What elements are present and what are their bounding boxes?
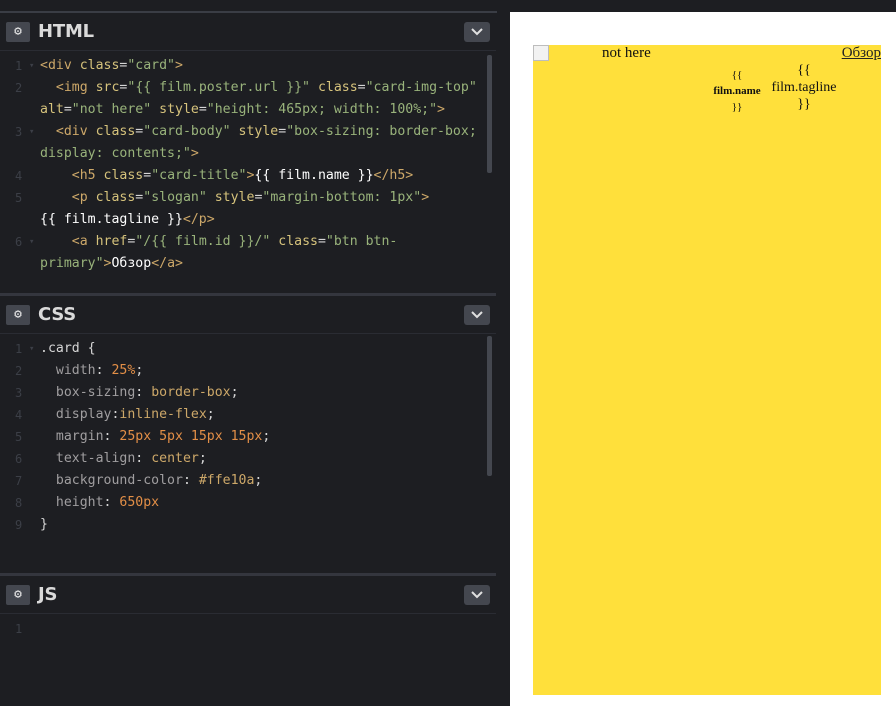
code-line: 1: [0, 618, 496, 640]
line-number: 3: [15, 386, 23, 400]
gear-icon[interactable]: ⚙: [6, 584, 30, 605]
code-line: 6 ▾ <a href="/{{ film.id }}/" class="btn …: [0, 231, 496, 275]
slogan-close: }}: [797, 97, 811, 112]
html-scrollbar[interactable]: [487, 55, 492, 173]
image-alt-text: not here: [602, 45, 651, 61]
line-number: 2: [15, 81, 23, 95]
code-line: 2 <img src="{{ film.poster.url }}" class…: [0, 77, 496, 121]
html-code-area[interactable]: 1 ▾ <div class="card"> 2 <img src="{{ fil…: [0, 51, 496, 275]
fold-arrow-icon[interactable]: ▾: [29, 55, 34, 77]
line-number: 1 ▾: [0, 338, 40, 360]
code-line: 8 height: 650px: [0, 492, 496, 514]
html-editor-panel: ⚙ HTML 1 ▾ <div class="card"> 2 <img src=…: [0, 13, 496, 293]
line-number: 1: [15, 622, 23, 636]
line-number: 7: [15, 474, 23, 488]
slogan-text: film.tagline: [771, 80, 837, 95]
card-title-open: {{: [731, 69, 743, 81]
card-title-text: film.name: [713, 85, 761, 97]
review-link[interactable]: Обзор: [842, 45, 881, 62]
js-code-area[interactable]: 1: [0, 614, 496, 640]
line-number: 5: [15, 430, 23, 444]
css-panel-title: CSS: [38, 304, 77, 325]
code-line: 4 <h5 class="card-title">{{ film.name }}…: [0, 165, 496, 187]
line-number: 8: [15, 496, 23, 510]
slogan-open: {{: [797, 63, 811, 78]
line-number: 4: [15, 408, 23, 422]
code-line: 9 }: [0, 514, 496, 536]
code-line: 3 box-sizing: border-box;: [0, 382, 496, 404]
code-line: 3 ▾ <div class="card-body" style="box-siz…: [0, 121, 496, 165]
card-slogan: {{ film.tagline }}: [766, 62, 842, 113]
html-collapse-button[interactable]: [464, 22, 490, 42]
fold-arrow-icon[interactable]: ▾: [29, 338, 34, 360]
js-panel-title: JS: [38, 584, 58, 605]
card-title-close: }}: [731, 101, 743, 113]
code-line: 7 background-color: #ffe10a;: [0, 470, 496, 492]
result-preview-pane: not here {{ film.name }} {{ film.tagline…: [510, 12, 896, 706]
line-number: 1 ▾: [0, 55, 40, 77]
line-number: 6 ▾: [0, 231, 40, 275]
gear-icon[interactable]: ⚙: [6, 21, 30, 42]
card-title: {{ film.name }}: [708, 67, 766, 115]
film-card: not here {{ film.name }} {{ film.tagline…: [533, 45, 881, 695]
html-panel-header: ⚙ HTML: [0, 13, 496, 51]
code-line: 1 ▾ <div class="card">: [0, 55, 496, 77]
js-editor-panel: ⚙ JS 1: [0, 576, 496, 706]
broken-image-icon: [533, 45, 549, 61]
code-line: 4 display:inline-flex;: [0, 404, 496, 426]
line-number: 9: [15, 518, 23, 532]
code-line: 1 ▾ .card {: [0, 338, 496, 360]
js-collapse-button[interactable]: [464, 585, 490, 605]
chevron-down-icon: [471, 28, 483, 36]
line-number: 6: [15, 452, 23, 466]
gear-icon[interactable]: ⚙: [6, 304, 30, 325]
line-number: 5: [15, 191, 23, 205]
css-panel-header: ⚙ CSS: [0, 296, 496, 334]
chevron-down-icon: [471, 591, 483, 599]
html-panel-title: HTML: [38, 21, 94, 42]
chevron-down-icon: [471, 311, 483, 319]
css-editor-panel: ⚙ CSS 1 ▾ .card { 2 width: 25%; 3 box-siz…: [0, 296, 496, 573]
line-number: 4: [15, 169, 23, 183]
code-line: 5 <p class="slogan" style="margin-bottom…: [0, 187, 496, 231]
code-line: 5 margin: 25px 5px 15px 15px;: [0, 426, 496, 448]
code-line: 6 text-align: center;: [0, 448, 496, 470]
fold-arrow-icon[interactable]: ▾: [29, 121, 34, 143]
line-number: 3 ▾: [0, 121, 40, 165]
line-number: 2: [15, 364, 23, 378]
css-code-area[interactable]: 1 ▾ .card { 2 width: 25%; 3 box-sizing: b…: [0, 334, 496, 536]
css-collapse-button[interactable]: [464, 305, 490, 325]
js-panel-header: ⚙ JS: [0, 576, 496, 614]
code-line: 2 width: 25%;: [0, 360, 496, 382]
fold-arrow-icon[interactable]: ▾: [29, 231, 34, 253]
css-scrollbar[interactable]: [487, 336, 492, 476]
